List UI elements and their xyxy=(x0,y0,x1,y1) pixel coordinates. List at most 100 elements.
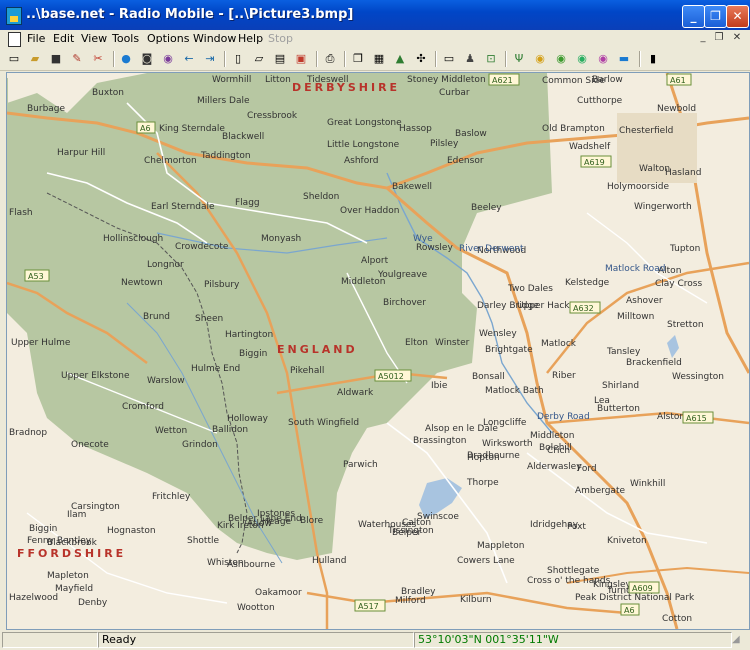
town-label: Tansley xyxy=(606,347,641,357)
town-label: Ibie xyxy=(431,381,448,391)
radio-mobile-app-icon[interactable] xyxy=(6,7,22,25)
fit-to-window-icon[interactable]: ✣ xyxy=(413,51,429,67)
town-label: Middleton xyxy=(341,277,385,287)
town-label: Mappleton xyxy=(477,541,524,551)
maximize-button[interactable]: ❐ xyxy=(704,5,727,28)
print-icon[interactable]: ⎙ xyxy=(322,51,338,67)
document-icon[interactable] xyxy=(8,32,21,47)
road-label: A53 xyxy=(28,272,44,281)
town-label: Cotton xyxy=(662,614,692,624)
find-icon[interactable]: ◉ xyxy=(160,51,176,67)
region-label: FFORDSHIRE xyxy=(17,547,126,560)
menu-view[interactable]: View xyxy=(81,32,107,45)
new-map-icon[interactable]: ▭ xyxy=(6,51,22,67)
open-folder-icon[interactable]: ▰ xyxy=(27,51,43,67)
town-label: Flagg xyxy=(235,198,260,208)
radio-link-icon[interactable]: Ψ xyxy=(511,51,527,67)
combined-coverage-icon[interactable]: ◉ xyxy=(574,51,590,67)
menu-edit[interactable]: Edit xyxy=(53,32,74,45)
title-bar[interactable]: ..\base.net - Radio Mobile - [..\Picture… xyxy=(0,0,750,30)
town-label: Crich xyxy=(547,446,570,456)
map-picture[interactable]: Wormhill Litton Tideswell Stoney Middleton C… xyxy=(6,72,750,630)
window-title: ..\base.net - Radio Mobile - [..\Picture… xyxy=(26,7,354,22)
town-label: Hartington xyxy=(225,330,273,340)
map-canvas[interactable]: Wormhill Litton Tideswell Stoney MiddletonC… xyxy=(7,73,749,629)
town-label: Alport xyxy=(361,256,389,266)
town-label: Wormhill xyxy=(212,75,251,85)
town-label: Buxton xyxy=(92,88,124,98)
status-coordinates: 53°10'03"N 001°35'11"W xyxy=(414,632,732,648)
road-label: A6 xyxy=(624,606,635,615)
town-label: Chesterfield xyxy=(619,126,673,136)
back-arrow-icon[interactable]: ← xyxy=(181,51,197,67)
town-label: Denby xyxy=(78,598,108,608)
mdi-restore-icon[interactable]: ❐ xyxy=(712,31,726,45)
town-label: Ashbourne xyxy=(227,560,276,570)
menu-help[interactable]: Help xyxy=(238,32,263,45)
picture-properties-icon[interactable]: ▯ xyxy=(230,51,246,67)
town-label: South Wingfield xyxy=(288,418,359,428)
pipe-icon[interactable]: ▮ xyxy=(645,51,661,67)
town-label: Winkhill xyxy=(630,479,665,489)
town-label: Oakamoor xyxy=(255,588,302,598)
town-label: Ambergate xyxy=(575,486,625,496)
menu-stop: Stop xyxy=(268,32,294,45)
town-label: Butterton xyxy=(597,404,640,414)
town-label: Hasland xyxy=(665,168,701,178)
town-label: Ashover xyxy=(626,296,663,306)
road-label: A61 xyxy=(670,76,686,85)
mdi-minimize-icon[interactable]: _ xyxy=(696,31,710,45)
minor-road xyxy=(586,212,708,304)
find-best-site-icon[interactable]: ♟ xyxy=(462,51,478,67)
town-label: Rowsley xyxy=(416,243,453,253)
menu-window[interactable]: Window xyxy=(193,32,236,45)
single-coverage-icon[interactable]: ◉ xyxy=(553,51,569,67)
menu-options[interactable]: Options xyxy=(147,32,189,45)
paste-icon[interactable]: ▦ xyxy=(371,51,387,67)
road-label: A517 xyxy=(358,602,379,611)
town-label: Milford xyxy=(395,596,426,606)
town-label: Shottlegate xyxy=(547,566,600,576)
town-label: Parwich xyxy=(343,460,378,470)
close-button[interactable]: ✕ xyxy=(726,5,749,28)
networks-properties-icon[interactable]: ✂ xyxy=(90,51,106,67)
region-label: DERBYSHIRE xyxy=(292,81,400,94)
town-label: Holymoorside xyxy=(607,182,669,192)
world-map-icon[interactable]: ● xyxy=(118,51,134,67)
export-icon[interactable]: ▤ xyxy=(272,51,288,67)
save-icon[interactable]: ■ xyxy=(48,51,64,67)
town-label: Wingerworth xyxy=(634,202,692,212)
mdi-close-icon[interactable]: ✕ xyxy=(730,31,744,45)
merge-pictures-icon[interactable]: ▱ xyxy=(251,51,267,67)
status-bar: Ready 53°10'03"N 001°35'11"W ◢ xyxy=(0,630,750,650)
town-label: Newtown xyxy=(121,278,163,288)
properties-icon[interactable]: ✎ xyxy=(69,51,85,67)
pdf-icon[interactable]: ▣ xyxy=(293,51,309,67)
town-label: Longnor xyxy=(147,260,184,270)
minimize-button[interactable]: _ xyxy=(682,5,705,28)
town-label: Sheen xyxy=(195,314,223,324)
town-label: Pilsley xyxy=(430,139,459,149)
menu-tools[interactable]: Tools xyxy=(112,32,139,45)
town-label: Wetton xyxy=(155,426,187,436)
town-label: Riber xyxy=(552,371,576,381)
town-label: Stretton xyxy=(667,320,704,330)
interference-icon[interactable]: ◉ xyxy=(595,51,611,67)
town-label: Elton xyxy=(405,338,428,348)
forward-arrow-icon[interactable]: ⇥ xyxy=(202,51,218,67)
menu-file[interactable]: File xyxy=(27,32,45,45)
town-label: Mapleton xyxy=(47,571,89,581)
resize-grip-icon[interactable]: ◢ xyxy=(732,634,746,648)
town-label: Peak District National Park xyxy=(575,593,695,603)
road-label: A609 xyxy=(632,584,653,593)
town-label: Litton xyxy=(265,75,291,85)
polar-coverage-icon[interactable]: ◉ xyxy=(532,51,548,67)
town-label: Hognaston xyxy=(107,526,156,536)
cover-icon[interactable]: ⊡ xyxy=(483,51,499,67)
stack-icon[interactable]: ▲ xyxy=(392,51,408,67)
window-icon[interactable]: ▭ xyxy=(441,51,457,67)
visual-coverage-icon[interactable]: ▬ xyxy=(616,51,632,67)
town-label: Cressbrook xyxy=(247,111,298,121)
copy-icon[interactable]: ❐ xyxy=(350,51,366,67)
elevation-icon[interactable]: ◙ xyxy=(139,51,155,67)
